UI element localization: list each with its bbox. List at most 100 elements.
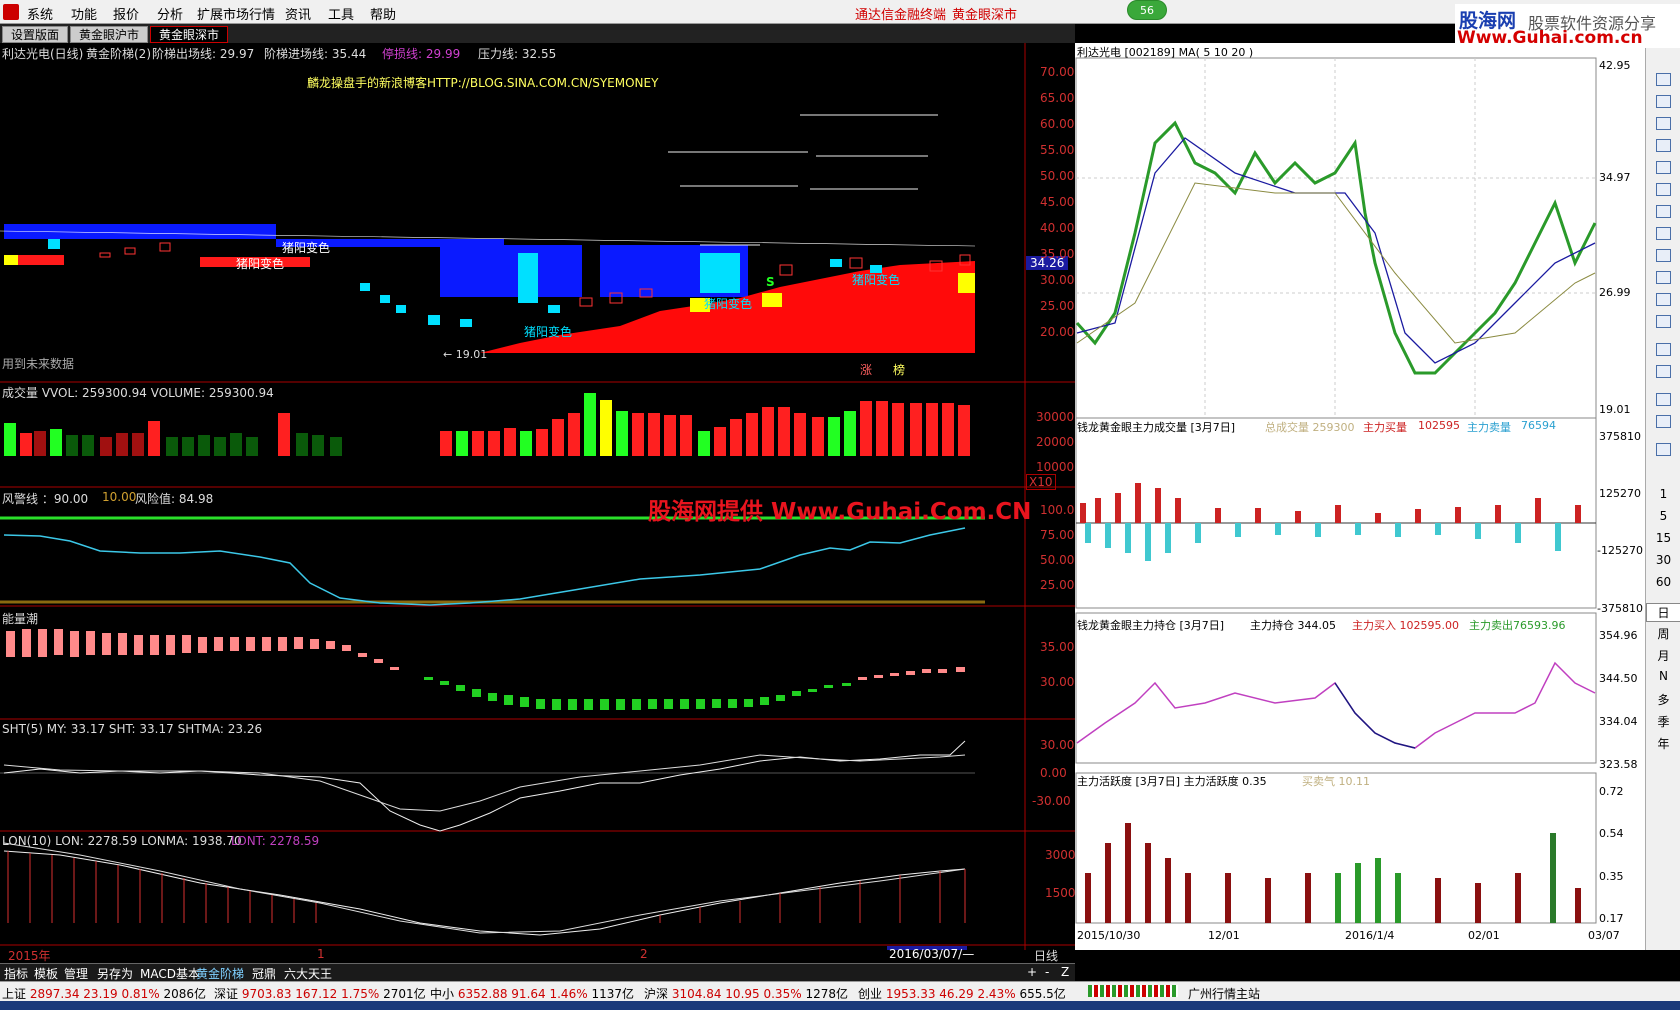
host-server[interactable]: 广州行情主站	[1188, 985, 1260, 1002]
toolbar-grid-icon[interactable]	[1656, 343, 1671, 356]
price-axis-30: 30.00	[1040, 273, 1075, 287]
btab-template[interactable]: 模板	[34, 965, 58, 982]
index-shenzhen[interactable]: 深证 9703.83 167.12 1.75% 2701亿	[214, 985, 426, 1002]
right-act-axis-4: 0.17	[1599, 912, 1624, 925]
btab-manage[interactable]: 管理	[64, 965, 88, 982]
period-1min[interactable]: 1	[1646, 487, 1680, 501]
index-percent: 1.75%	[341, 987, 380, 1001]
zoom-z-button[interactable]: Z	[1061, 965, 1069, 979]
main-indicator-name: 黄金阶梯(2)	[86, 47, 151, 61]
toolbar-refresh-icon[interactable]	[1656, 443, 1671, 456]
window-title: 通达信金融终端	[855, 8, 947, 23]
toolbar-cross-icon[interactable]	[1656, 365, 1671, 378]
btab-six-kings[interactable]: 六大天王	[284, 965, 332, 982]
right-act-axis-2: 0.54	[1599, 827, 1624, 840]
right-panel[interactable]: 利达光电 [002189] MA( 5 10 20 ) 42.95 34.97 …	[1075, 43, 1645, 950]
tab-gold-sz[interactable]: 黄金眼深市	[150, 26, 229, 43]
menu-quote[interactable]: 报价	[113, 4, 139, 23]
menu-ext-market[interactable]: 扩展市场行情	[197, 4, 275, 23]
toolbar-table-icon[interactable]	[1656, 117, 1671, 130]
energy-axis-30: 30.00	[1040, 675, 1075, 689]
toolbar-line-icon[interactable]	[1656, 139, 1671, 152]
price-axis-40: 40.00	[1040, 221, 1075, 235]
menu-tools[interactable]: 工具	[328, 4, 354, 23]
right-date-5: 03/07	[1588, 929, 1620, 942]
period-month[interactable]: 月	[1646, 647, 1680, 664]
tab-settings[interactable]: 设置版面	[2, 26, 69, 43]
btab-guanding[interactable]: 冠鼎	[252, 965, 276, 982]
period-day[interactable]: 日	[1646, 603, 1680, 622]
status-bar: 上证 2897.34 23.19 0.81% 2086亿 深证 9703.83 …	[0, 981, 1680, 1001]
risk-value: 风险值: 84.98	[135, 492, 214, 506]
risk-axis-75: 75.00	[1040, 528, 1075, 542]
xaxis-2015: 2015年	[8, 949, 51, 963]
stop-line-value: 停损线: 29.99	[382, 47, 461, 61]
main-stock-name: 利达光电(日线)	[2, 47, 84, 61]
right-hold-axis-3: 334.04	[1599, 715, 1638, 728]
blog-link[interactable]: 麟龙操盘手的新浪博客HTTP://BLOG.SINA.COM.CN/SYEMON…	[307, 74, 658, 91]
price-axis-60: 60.00	[1040, 117, 1075, 131]
speed-badge[interactable]: 56	[1127, 0, 1167, 20]
period-n[interactable]: N	[1646, 669, 1680, 683]
menu-analysis[interactable]: 分析	[157, 4, 183, 23]
toolbar-arrow-icon[interactable]	[1656, 73, 1671, 86]
toolbar-f10-icon[interactable]	[1656, 205, 1671, 218]
xaxis-jan: 1	[317, 947, 325, 961]
brand-banner: 股海网 股票软件资源分享 Www.Guhai.com.cn	[1455, 4, 1680, 48]
zoom-out-button[interactable]: -	[1045, 965, 1049, 979]
toolbar-search-icon[interactable]	[1656, 315, 1671, 328]
period-label[interactable]: 日线	[1034, 947, 1058, 964]
menu-help[interactable]: 帮助	[370, 4, 396, 23]
toolbar-doc-icon[interactable]	[1656, 227, 1671, 240]
toolbar-export-icon[interactable]	[1656, 393, 1671, 406]
period-week[interactable]: 周	[1646, 625, 1680, 642]
index-value: 6352.88	[457, 987, 508, 1001]
toolbar-list-icon[interactable]	[1656, 183, 1671, 196]
right-hold-title: 钱龙黄金眼主力持仓 [3月7日]	[1077, 619, 1225, 632]
right-date-1: 2015/10/30	[1077, 929, 1141, 942]
index-change: 23.19	[83, 987, 118, 1001]
period-multi[interactable]: 多	[1646, 691, 1680, 708]
period-15min[interactable]: 15	[1646, 531, 1680, 545]
right-chart-svg	[1075, 57, 1597, 924]
toolbar-fz-icon[interactable]	[1656, 271, 1671, 284]
price-axis-45: 45.00	[1040, 195, 1075, 209]
price-axis-55: 55.00	[1040, 143, 1075, 157]
btab-gold-ladder[interactable]: 黄金阶梯	[196, 965, 244, 982]
btab-saveas[interactable]: 另存为	[97, 965, 133, 982]
menu-info[interactable]: 资讯	[285, 4, 311, 23]
toolbar-calendar-icon[interactable]	[1656, 249, 1671, 262]
period-5min[interactable]: 5	[1646, 509, 1680, 523]
market-breadth-icon	[1088, 985, 1178, 997]
btab-indicator[interactable]: 指标	[4, 965, 28, 982]
index-shanghai[interactable]: 上证 2897.34 23.19 0.81% 2086亿	[2, 985, 206, 1002]
bang-mark: 榜	[893, 363, 906, 377]
menu-system[interactable]: 系统	[27, 4, 53, 23]
index-chinext[interactable]: 创业 1953.33 46.29 2.43% 655.5亿	[858, 985, 1066, 1002]
toolbar-pen-icon[interactable]	[1656, 415, 1671, 428]
index-amount: 1278亿	[805, 987, 848, 1001]
period-60min[interactable]: 60	[1646, 575, 1680, 589]
right-date-2: 12/01	[1208, 929, 1240, 942]
index-hs300[interactable]: 沪深 3104.84 10.95 0.35% 1278亿	[644, 985, 848, 1002]
index-smallcap[interactable]: 中小 6352.88 91.64 1.46% 1137亿	[430, 985, 634, 1002]
price-axis-65: 65.00	[1040, 91, 1075, 105]
period-year[interactable]: 年	[1646, 735, 1680, 752]
toolbar-chart-icon[interactable]	[1656, 95, 1671, 108]
period-season[interactable]: 季	[1646, 713, 1680, 730]
index-name: 中小	[430, 987, 455, 1001]
menu-function[interactable]: 功能	[71, 4, 97, 23]
btab-macd[interactable]: MACD基本	[140, 965, 200, 982]
toolbar-clock-icon[interactable]	[1656, 293, 1671, 306]
index-change: 10.95	[725, 987, 760, 1001]
right-vol-total: 总成交量 259300	[1265, 421, 1355, 434]
price-axis-35: 35.00	[1040, 247, 1075, 261]
tab-gold-sh[interactable]: 黄金眼沪市	[70, 26, 149, 43]
exit-line-value: 阶梯出场线: 29.97	[152, 47, 255, 61]
zoom-in-button[interactable]: +	[1027, 965, 1037, 979]
index-name: 深证	[214, 987, 239, 1001]
period-30min[interactable]: 30	[1646, 553, 1680, 567]
cursor-date: 2016/03/07/—	[889, 947, 975, 961]
toolbar-bar-icon[interactable]	[1656, 161, 1671, 174]
right-hold-axis-2: 344.50	[1599, 672, 1638, 685]
